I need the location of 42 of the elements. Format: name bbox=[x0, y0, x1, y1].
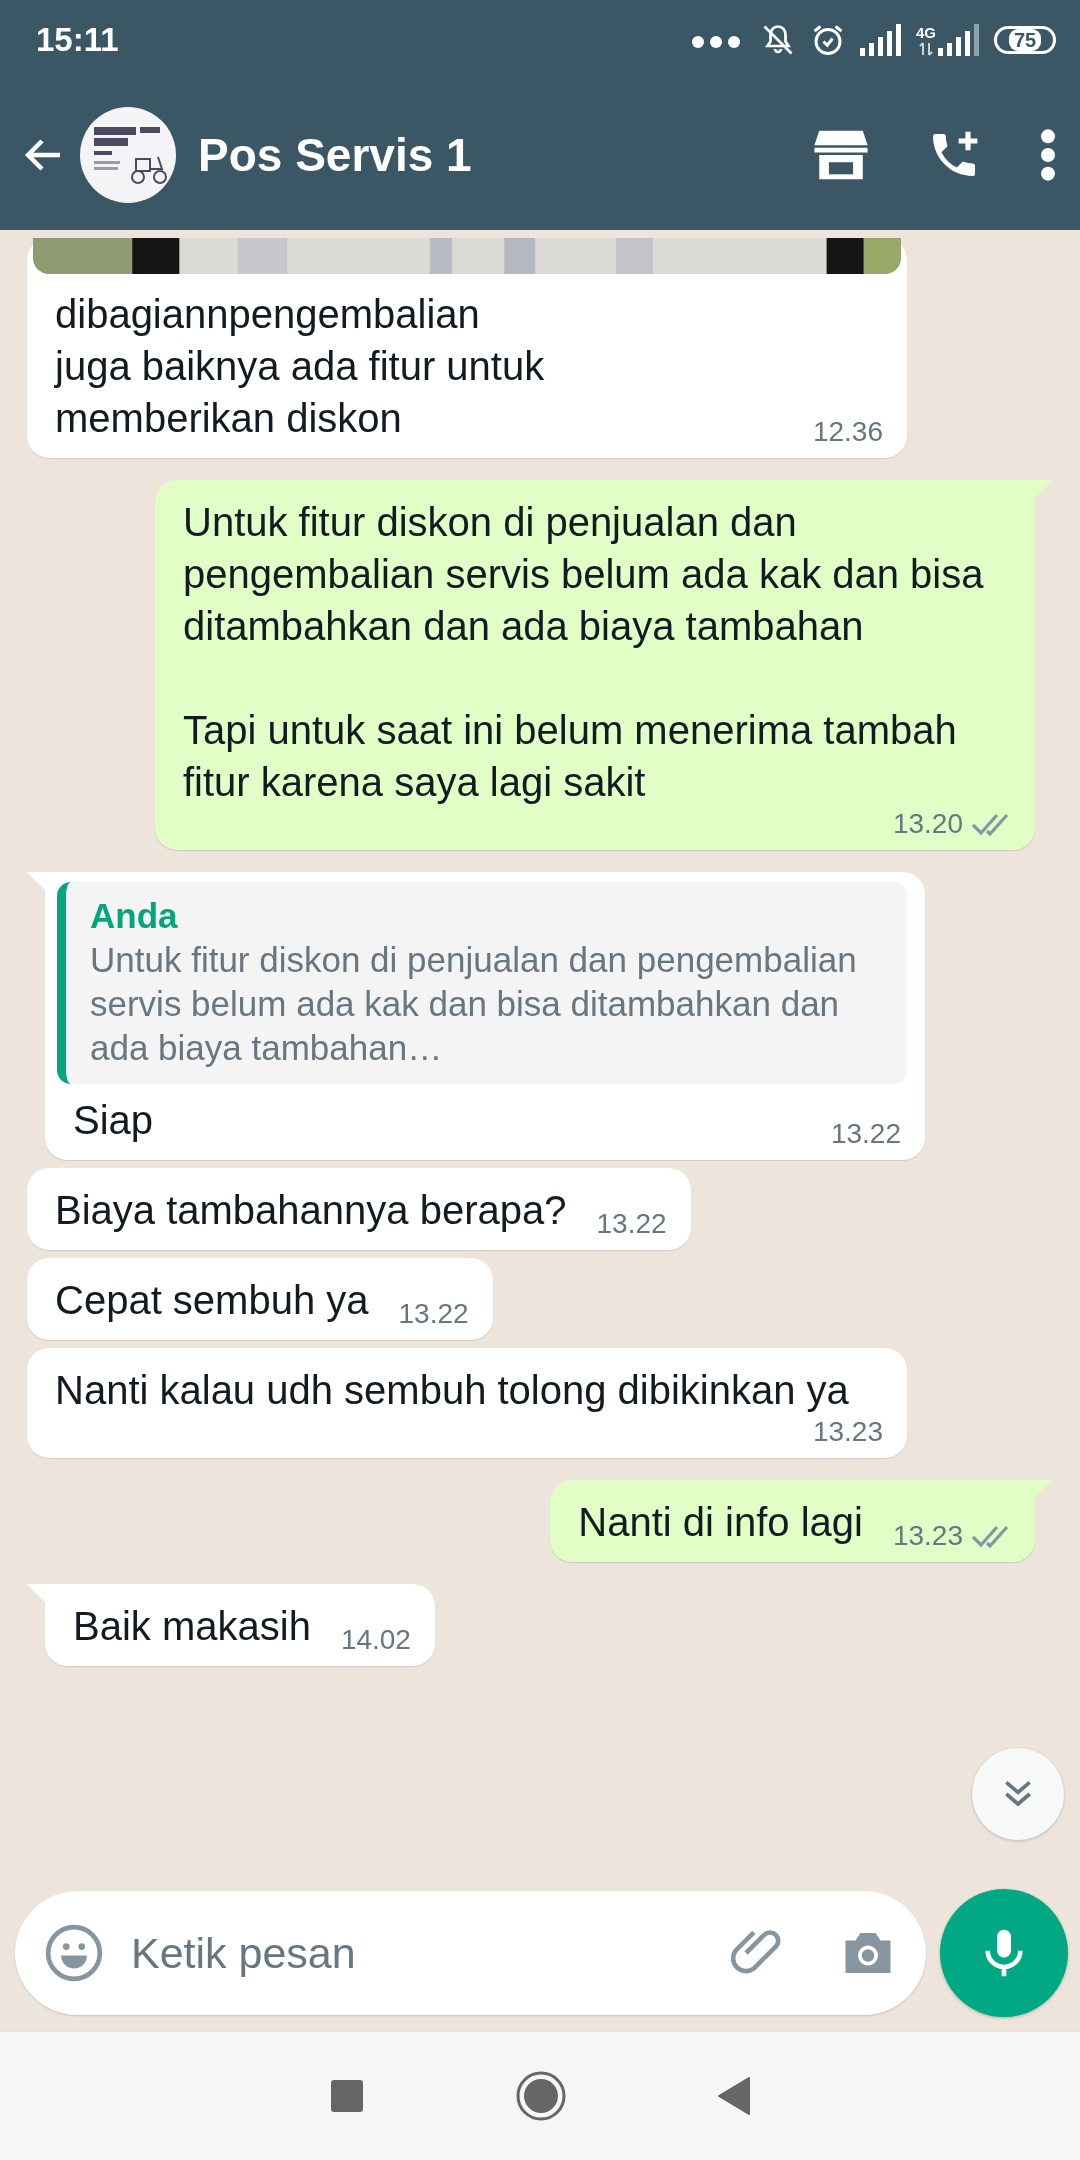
message-text: Baik makasih bbox=[73, 1603, 311, 1650]
message-text: dibagiannpengembalian juga baiknya ada fitur untuk memberikan diskon bbox=[55, 291, 545, 442]
message-text: Nanti di info lagi bbox=[578, 1499, 863, 1546]
more-options-icon[interactable] bbox=[1038, 127, 1058, 183]
message-field[interactable]: Ketik pesan bbox=[15, 1891, 926, 2015]
status-time: 15:11 bbox=[36, 21, 120, 59]
message-time: 13.20 bbox=[892, 808, 963, 840]
message-time: 13.23 bbox=[812, 1416, 883, 1448]
home-icon[interactable] bbox=[515, 2070, 567, 2122]
battery-level: 75 bbox=[1008, 29, 1042, 51]
message-bubble[interactable]: Nanti di info lagi 13.23 bbox=[550, 1480, 1035, 1562]
chat-title[interactable]: Pos Servis 1 bbox=[198, 128, 812, 182]
message-bubble[interactable]: Untuk fitur diskon di penjualan dan pengembalian servis belum ada kak dan bisa ditambahkan dan ada biaya tambahan Tapi untuk saat ini belum menerima tambah fitur karena saya lagi sakit 13.20 bbox=[155, 480, 1035, 850]
message-text: Cepat sembuh ya bbox=[55, 1277, 369, 1324]
message-input[interactable]: Ketik pesan bbox=[129, 1927, 728, 1979]
quoted-message[interactable]: Anda Untuk fitur diskon di penjualan dan pengembalian servis belum ada kak dan bisa ditambahkan dan ada biaya tambahan… bbox=[57, 882, 907, 1084]
message-bubble[interactable]: Baik makasih 14.02 bbox=[45, 1584, 435, 1666]
message-text: Nanti kalau udh sembuh tolong dibikinkan ya bbox=[55, 1367, 849, 1414]
signal-icon bbox=[938, 24, 980, 56]
message-time: 13.22 bbox=[830, 1118, 901, 1150]
message-text: Siap bbox=[73, 1097, 154, 1144]
network-type: 4G bbox=[916, 25, 936, 40]
message-bubble[interactable]: Cepat sembuh ya 13.22 bbox=[27, 1258, 493, 1340]
message-bubble[interactable]: Biaya tambahannya berapa? 13.22 bbox=[27, 1168, 691, 1250]
message-bubble[interactable]: dibagiannpengembalian juga baiknya ada fitur untuk memberikan diskon 12.36 bbox=[27, 238, 907, 458]
store-icon[interactable] bbox=[812, 128, 870, 182]
message-time: 13.23 bbox=[892, 1520, 963, 1552]
message-time: 13.22 bbox=[398, 1298, 469, 1330]
message-bubble[interactable]: Nanti kalau udh sembuh tolong dibikinkan ya 13.23 bbox=[27, 1348, 907, 1458]
message-time: 14.02 bbox=[340, 1624, 411, 1656]
recent-apps-icon[interactable] bbox=[329, 2078, 365, 2114]
message-text: Biaya tambahannya berapa? bbox=[55, 1187, 567, 1234]
message-bubble[interactable]: Anda Untuk fitur diskon di penjualan dan pengembalian servis belum ada kak dan bisa ditambahkan dan ada biaya tambahan… Siap 13.22 bbox=[45, 872, 925, 1160]
signal-icon bbox=[860, 24, 902, 56]
data-transfer-icon bbox=[919, 42, 933, 56]
message-time: 13.22 bbox=[596, 1208, 667, 1240]
message-text: Untuk fitur diskon di penjualan dan pengembalian servis belum ada kak dan bisa ditambahkan dan ada biaya tambahan Tapi untuk saat ini belum menerima tambah fitur karena saya lagi sakit bbox=[183, 499, 985, 806]
emoji-icon[interactable] bbox=[43, 1922, 105, 1984]
quote-author: Anda bbox=[90, 895, 179, 937]
back-icon[interactable] bbox=[717, 2076, 751, 2116]
message-time: 12.36 bbox=[812, 416, 883, 448]
quote-text: Untuk fitur diskon di penjualan dan pengembalian servis belum ada kak dan bisa ditambahkan dan ada biaya tambahan… bbox=[90, 939, 858, 1069]
